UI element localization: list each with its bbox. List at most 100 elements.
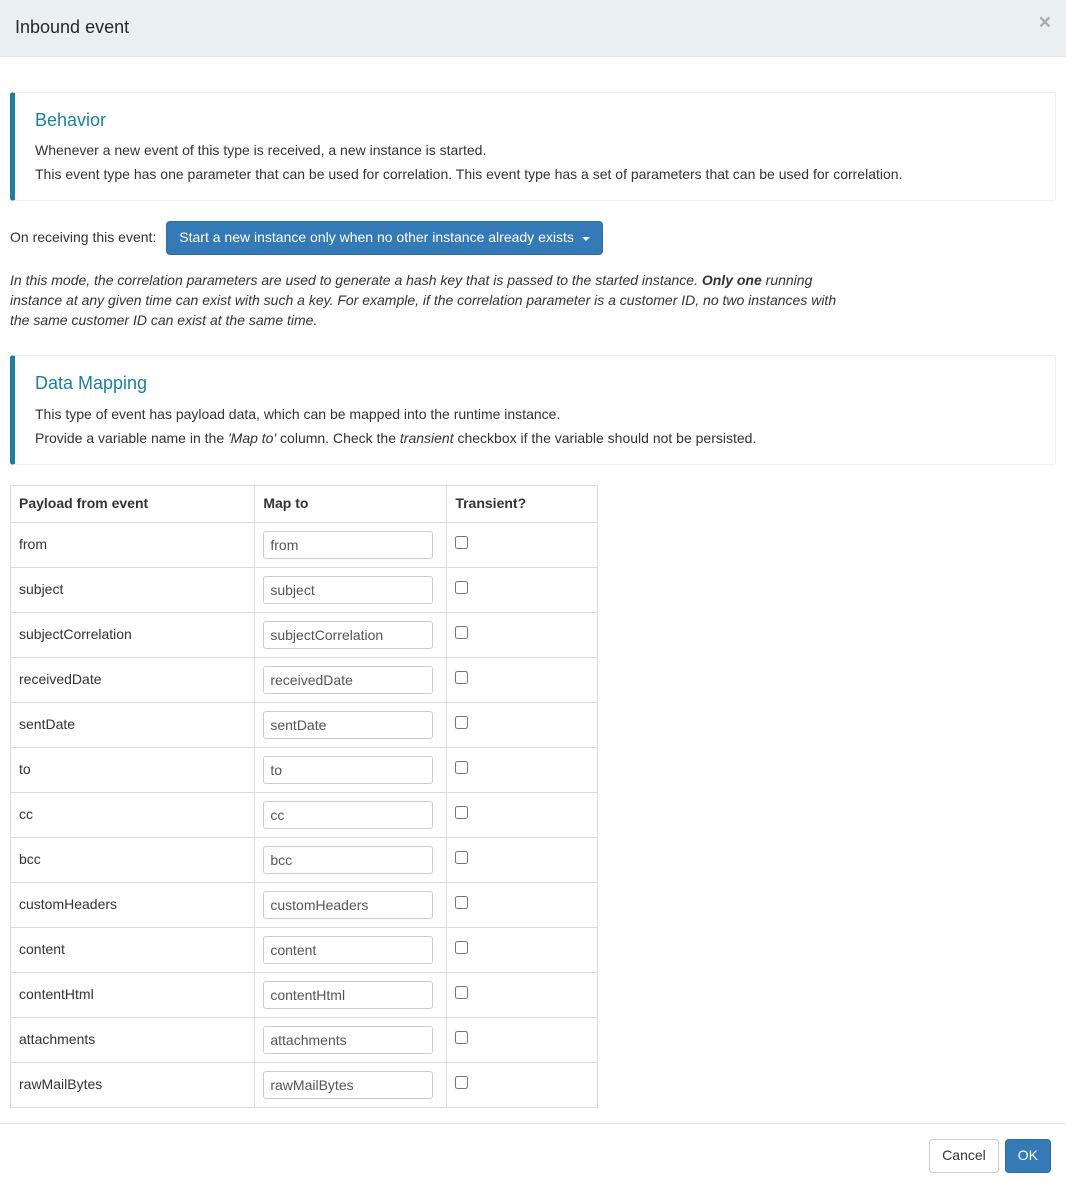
table-row: customHeaders <box>11 883 598 928</box>
dm-l2-em1: 'Map to' <box>228 430 276 446</box>
mode-desc-pre: In this mode, the correlation parameters… <box>10 272 702 288</box>
table-header-row: Payload from event Map to Transient? <box>11 486 598 523</box>
transient-checkbox[interactable] <box>455 581 468 594</box>
transient-cell <box>447 703 598 748</box>
payload-cell: receivedDate <box>11 658 255 703</box>
payload-cell: attachments <box>11 1018 255 1063</box>
table-row: attachments <box>11 1018 598 1063</box>
dm-l2-post: checkbox if the variable should not be p… <box>454 430 757 446</box>
table-row: bcc <box>11 838 598 883</box>
table-row: cc <box>11 793 598 838</box>
table-row: from <box>11 523 598 568</box>
transient-cell <box>447 838 598 883</box>
mapto-cell <box>255 883 447 928</box>
transient-checkbox[interactable] <box>455 941 468 954</box>
transient-cell <box>447 1018 598 1063</box>
table-row: contentHtml <box>11 973 598 1018</box>
datamapping-line-2: Provide a variable name in the 'Map to' … <box>35 429 1035 449</box>
payload-cell: subject <box>11 568 255 613</box>
close-button[interactable]: × <box>1039 12 1051 33</box>
payload-cell: to <box>11 748 255 793</box>
mapto-input[interactable] <box>263 666 433 694</box>
payload-cell: subjectCorrelation <box>11 613 255 658</box>
transient-cell <box>447 883 598 928</box>
th-payload: Payload from event <box>11 486 255 523</box>
mapto-input[interactable] <box>263 801 433 829</box>
datamapping-heading: Data Mapping <box>35 371 1035 397</box>
mapto-input[interactable] <box>263 936 433 964</box>
ok-button[interactable]: OK <box>1005 1139 1051 1173</box>
table-row: sentDate <box>11 703 598 748</box>
mapto-cell <box>255 703 447 748</box>
mapto-cell <box>255 793 447 838</box>
mapto-cell <box>255 838 447 883</box>
transient-cell <box>447 613 598 658</box>
payload-cell: customHeaders <box>11 883 255 928</box>
mapto-input[interactable] <box>263 531 433 559</box>
table-row: subject <box>11 568 598 613</box>
transient-cell <box>447 973 598 1018</box>
transient-checkbox[interactable] <box>455 806 468 819</box>
transient-checkbox[interactable] <box>455 761 468 774</box>
dm-l2-pre: Provide a variable name in the <box>35 430 228 446</box>
payload-cell: sentDate <box>11 703 255 748</box>
transient-cell <box>447 793 598 838</box>
dm-l2-em2: transient <box>400 430 454 446</box>
mapto-input[interactable] <box>263 981 433 1009</box>
mapto-input[interactable] <box>263 891 433 919</box>
receive-mode-dropdown[interactable]: Start a new instance only when no other … <box>166 221 602 255</box>
receive-row: On receiving this event: Start a new ins… <box>10 221 1056 255</box>
transient-checkbox[interactable] <box>455 716 468 729</box>
modal-footer: Cancel OK <box>0 1123 1066 1188</box>
transient-checkbox[interactable] <box>455 536 468 549</box>
mapto-input[interactable] <box>263 1071 433 1099</box>
transient-checkbox[interactable] <box>455 671 468 684</box>
behavior-heading: Behavior <box>35 108 1035 134</box>
mapto-input[interactable] <box>263 1026 433 1054</box>
th-mapto: Map to <box>255 486 447 523</box>
mapto-cell <box>255 928 447 973</box>
transient-checkbox[interactable] <box>455 896 468 909</box>
payload-cell: bcc <box>11 838 255 883</box>
transient-cell <box>447 658 598 703</box>
datamapping-line-1: This type of event has payload data, whi… <box>35 405 1035 425</box>
modal-body: Behavior Whenever a new event of this ty… <box>0 57 1066 1123</box>
transient-checkbox[interactable] <box>455 1076 468 1089</box>
table-row: to <box>11 748 598 793</box>
transient-checkbox[interactable] <box>455 986 468 999</box>
table-row: rawMailBytes <box>11 1063 598 1108</box>
payload-cell: from <box>11 523 255 568</box>
behavior-callout: Behavior Whenever a new event of this ty… <box>10 92 1056 202</box>
transient-cell <box>447 523 598 568</box>
mapto-cell <box>255 613 447 658</box>
transient-cell <box>447 1063 598 1108</box>
mode-desc-bold: Only one <box>702 272 762 288</box>
table-row: subjectCorrelation <box>11 613 598 658</box>
mapto-input[interactable] <box>263 756 433 784</box>
dm-l2-mid: column. Check the <box>276 430 400 446</box>
mapto-cell <box>255 973 447 1018</box>
caret-down-icon <box>582 237 590 241</box>
th-transient: Transient? <box>447 486 598 523</box>
behavior-line-1: Whenever a new event of this type is rec… <box>35 141 1035 161</box>
mode-description: In this mode, the correlation parameters… <box>10 270 840 330</box>
mapto-input[interactable] <box>263 846 433 874</box>
mapto-cell <box>255 658 447 703</box>
modal-title: Inbound event <box>15 15 1051 41</box>
transient-checkbox[interactable] <box>455 1031 468 1044</box>
transient-cell <box>447 748 598 793</box>
behavior-line-2: This event type has one parameter that c… <box>35 165 1035 185</box>
mapto-input[interactable] <box>263 621 433 649</box>
mapto-input[interactable] <box>263 711 433 739</box>
transient-checkbox[interactable] <box>455 626 468 639</box>
mapto-cell <box>255 1018 447 1063</box>
cancel-button[interactable]: Cancel <box>929 1139 999 1173</box>
receive-label: On receiving this event: <box>10 228 156 248</box>
mapto-input[interactable] <box>263 576 433 604</box>
payload-cell: contentHtml <box>11 973 255 1018</box>
transient-checkbox[interactable] <box>455 851 468 864</box>
payload-cell: cc <box>11 793 255 838</box>
mapto-cell <box>255 568 447 613</box>
datamapping-callout: Data Mapping This type of event has payl… <box>10 355 1056 465</box>
mapto-cell <box>255 748 447 793</box>
